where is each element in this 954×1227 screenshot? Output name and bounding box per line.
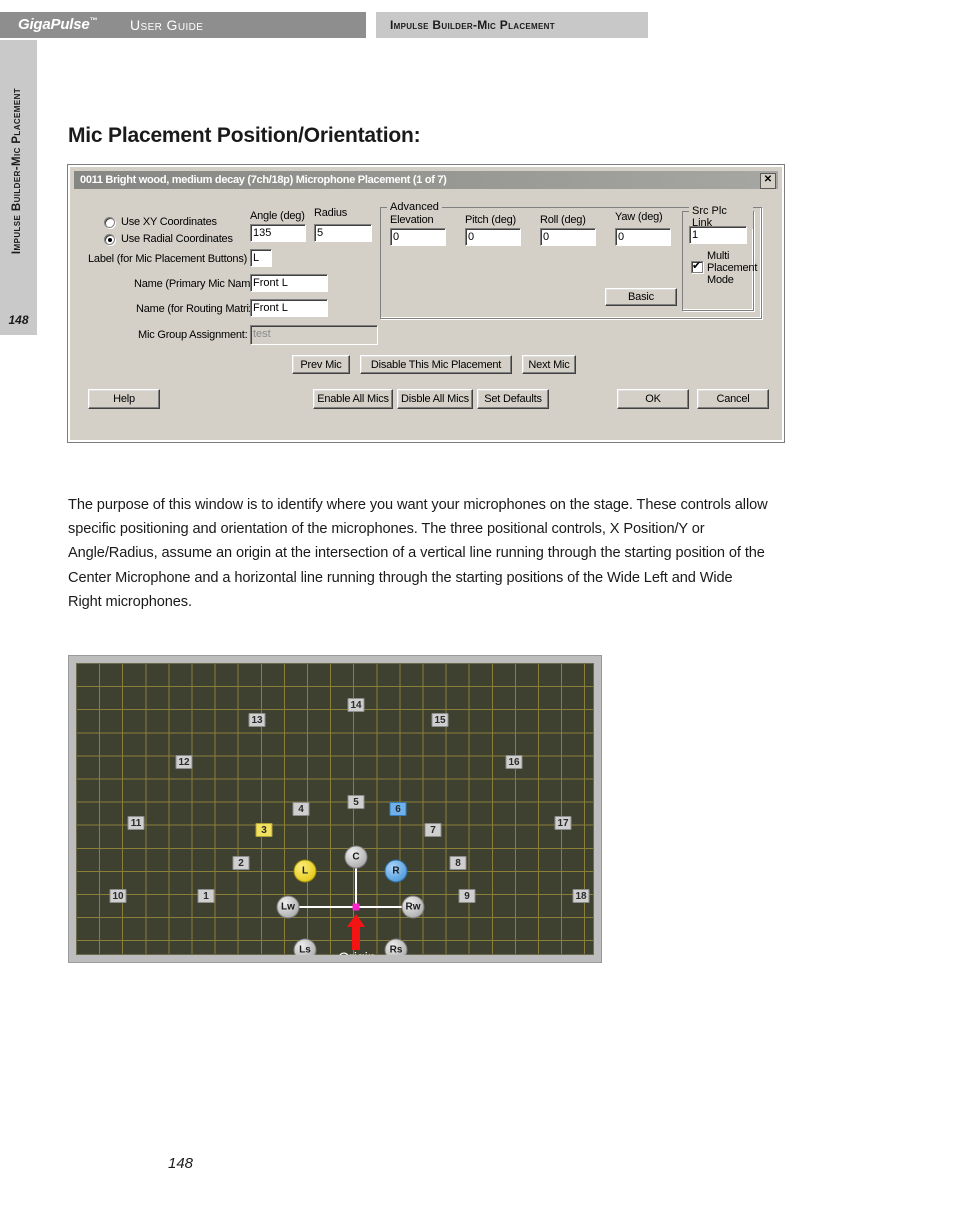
radius-input[interactable]: 5 xyxy=(314,224,372,242)
disable-all-mics-button[interactable]: Disble All Mics xyxy=(397,389,473,409)
next-mic-button[interactable]: Next Mic xyxy=(522,355,576,374)
routing-matrix-name-input[interactable]: Front L xyxy=(250,299,328,317)
page-header: GigaPulse™ User Guide Impulse Builder-Mi… xyxy=(0,12,954,38)
mic-node-ls[interactable]: Ls xyxy=(293,938,317,955)
stage-canvas: Origin 123456789101112131415161718CLRLwR… xyxy=(76,663,594,955)
stage-marker-18[interactable]: 18 xyxy=(572,889,590,903)
mic-group-assignment-input[interactable]: test xyxy=(250,325,378,345)
radio-use-xy-coordinates-label: Use XY Coordinates xyxy=(121,216,217,228)
multi-placement-mode-line2: Placement xyxy=(707,262,758,274)
stage-marker-3[interactable]: 3 xyxy=(255,823,273,837)
radius-label: Radius xyxy=(314,207,348,219)
close-icon[interactable]: ✕ xyxy=(760,173,776,189)
stage-diagram: Origin 123456789101112131415161718CLRLwR… xyxy=(68,655,602,963)
mic-node-c[interactable]: C xyxy=(344,845,368,869)
stage-marker-14[interactable]: 14 xyxy=(347,698,365,712)
multi-placement-mode-checkbox[interactable] xyxy=(691,259,703,273)
stage-marker-4[interactable]: 4 xyxy=(292,802,310,816)
side-tab: Impulse Builder-Mic Placement 148 xyxy=(0,40,37,335)
primary-mic-name-label: Name (Primary Mic Name) xyxy=(134,278,260,290)
header-guide-label: User Guide xyxy=(130,17,204,33)
radio-use-radial-coordinates-label: Use Radial Coordinates xyxy=(121,233,233,245)
origin-marker xyxy=(352,903,360,911)
origin-label: Origin xyxy=(338,949,375,955)
brand-logo: GigaPulse™ xyxy=(18,16,98,33)
stage-marker-15[interactable]: 15 xyxy=(431,713,449,727)
stage-marker-17[interactable]: 17 xyxy=(554,816,572,830)
elevation-input[interactable]: 0 xyxy=(390,228,446,246)
stage-marker-2[interactable]: 2 xyxy=(232,856,250,870)
angle-input[interactable]: 135 xyxy=(250,224,306,242)
help-button[interactable]: Help xyxy=(88,389,160,409)
mic-node-l[interactable]: L xyxy=(293,859,317,883)
pitch-input[interactable]: 0 xyxy=(465,228,521,246)
roll-label: Roll (deg) xyxy=(540,214,586,226)
mic-node-rs[interactable]: Rs xyxy=(384,938,408,955)
mic-node-rw[interactable]: Rw xyxy=(401,895,425,919)
brand-text: GigaPulse xyxy=(18,16,90,33)
stage-marker-6[interactable]: 6 xyxy=(389,802,407,816)
stage-marker-7[interactable]: 7 xyxy=(424,823,442,837)
stage-marker-8[interactable]: 8 xyxy=(449,856,467,870)
src-plc-link-group: Src Plc Link 1 Multi Placement Mode xyxy=(682,205,758,311)
advanced-group: Advanced Elevation 0 Pitch (deg) 0 Roll … xyxy=(380,201,762,319)
side-tab-page-number: 148 xyxy=(8,313,29,327)
stage-marker-9[interactable]: 9 xyxy=(458,889,476,903)
pitch-label: Pitch (deg) xyxy=(465,214,516,226)
side-tab-label: Impulse Builder-Mic Placement xyxy=(11,87,23,255)
stage-marker-13[interactable]: 13 xyxy=(248,713,266,727)
header-section-label: Impulse Builder-Mic Placement xyxy=(390,18,555,32)
radio-use-radial-coordinates[interactable] xyxy=(104,234,115,245)
stage-marker-11[interactable]: 11 xyxy=(127,816,145,830)
elevation-label: Elevation xyxy=(390,214,434,226)
mic-node-r[interactable]: R xyxy=(384,859,408,883)
mic-placement-dialog: 0011 Bright wood, medium decay (7ch/18p)… xyxy=(68,165,784,442)
horizontal-axis-line xyxy=(288,906,413,908)
enable-all-mics-button[interactable]: Enable All Mics xyxy=(313,389,393,409)
dialog-title-text: 0011 Bright wood, medium decay (7ch/18p)… xyxy=(80,174,447,186)
advanced-group-title: Advanced xyxy=(387,201,442,213)
mic-button-label-input[interactable]: L xyxy=(250,249,272,267)
body-paragraph: The purpose of this window is to identif… xyxy=(68,496,768,611)
stage-marker-1[interactable]: 1 xyxy=(197,889,215,903)
multi-placement-mode-line1: Multi xyxy=(707,250,730,262)
trademark-icon: ™ xyxy=(89,16,98,25)
angle-label: Angle (deg) xyxy=(250,210,305,222)
multi-placement-mode-line3: Mode xyxy=(707,274,734,286)
yaw-input[interactable]: 0 xyxy=(615,228,671,246)
footer-page-number: 148 xyxy=(168,1155,194,1172)
routing-matrix-name-label: Name (for Routing Matrix) xyxy=(136,303,258,315)
stage-marker-12[interactable]: 12 xyxy=(175,755,193,769)
page-title: Mic Placement Position/Orientation: xyxy=(68,124,421,148)
primary-mic-name-input[interactable]: Front L xyxy=(250,274,328,292)
ok-button[interactable]: OK xyxy=(617,389,689,409)
dialog-body: Use XY Coordinates Use Radial Coordinate… xyxy=(74,193,778,436)
set-defaults-button[interactable]: Set Defaults xyxy=(477,389,549,409)
roll-input[interactable]: 0 xyxy=(540,228,596,246)
stage-marker-16[interactable]: 16 xyxy=(505,755,523,769)
cancel-button[interactable]: Cancel xyxy=(697,389,769,409)
dialog-titlebar: 0011 Bright wood, medium decay (7ch/18p)… xyxy=(74,171,778,189)
prev-mic-button[interactable]: Prev Mic xyxy=(292,355,350,374)
radio-use-xy-coordinates[interactable] xyxy=(104,217,115,228)
stage-marker-5[interactable]: 5 xyxy=(347,795,365,809)
src-plc-link-input[interactable]: 1 xyxy=(689,226,747,244)
yaw-label: Yaw (deg) xyxy=(615,211,663,223)
mic-node-lw[interactable]: Lw xyxy=(276,895,300,919)
mic-group-assignment-label: Mic Group Assignment: xyxy=(138,329,248,341)
basic-button[interactable]: Basic xyxy=(605,288,677,306)
disable-this-mic-placement-button[interactable]: Disable This Mic Placement xyxy=(360,355,512,374)
stage-marker-10[interactable]: 10 xyxy=(109,889,127,903)
mic-button-label-label: Label (for Mic Placement Buttons) xyxy=(88,253,248,265)
